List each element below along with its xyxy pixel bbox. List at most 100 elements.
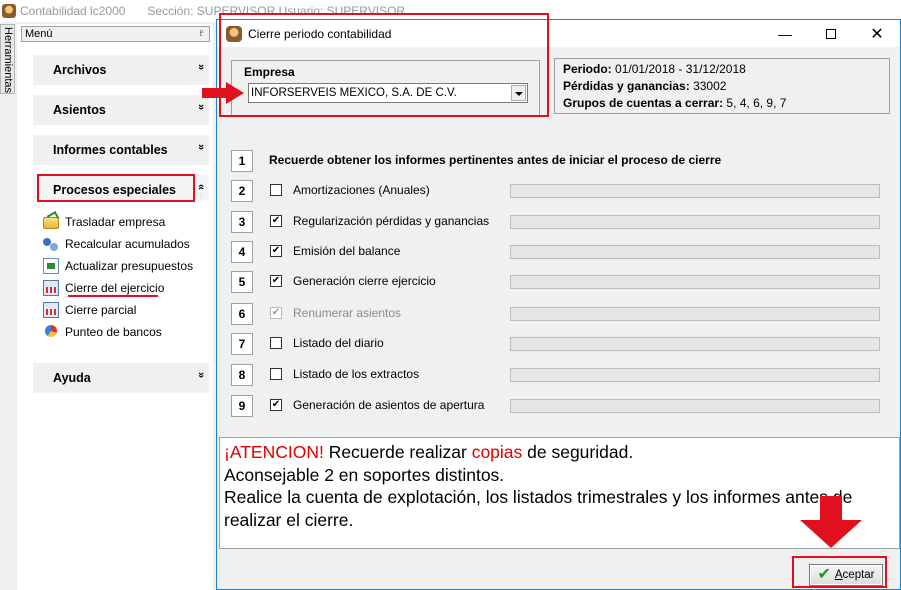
step-progress-bar (510, 307, 880, 321)
close-button[interactable]: ✕ (854, 20, 900, 47)
copias-text: copias (471, 442, 523, 462)
backup-warning-notice: ¡ATENCION! Recuerde realizar copias de s… (219, 437, 900, 549)
menu-group-label: Informes contables (53, 143, 168, 157)
procesos-especiales-items: Trasladar empresa Recalcular acumulados … (33, 200, 209, 350)
step-label: Emisión del balance (293, 244, 401, 258)
chevron-down-icon: » (194, 371, 207, 377)
step-label: Listado del diario (293, 336, 384, 350)
menu-group-label: Archivos (53, 63, 107, 77)
menu-panel: Menú ♇ Archivos » Asientos » Informes co… (17, 24, 213, 590)
menu-item-label: Cierre parcial (65, 303, 137, 317)
menu-item-label: Actualizar presupuestos (65, 259, 194, 273)
menu-item-recalcular-acumulados[interactable]: Recalcular acumulados (43, 235, 190, 253)
step-label: Renumerar asientos (293, 306, 402, 320)
step-row: 9 ✔ Generación de asientos de apertura (231, 395, 891, 417)
chevron-down-icon: » (194, 143, 207, 149)
step-row: 7 Listado del diario (231, 333, 891, 355)
red-arrow-down-icon (800, 496, 862, 548)
menu-group-archivos[interactable]: Archivos » (33, 55, 209, 85)
app-title: Contabilidad lc2000 (20, 4, 126, 18)
menu-group-informes-contables[interactable]: Informes contables » (33, 135, 209, 165)
annotation-box-procesos (37, 174, 195, 202)
menu-item-label: Punteo de bancos (65, 325, 162, 339)
annotation-box-empresa (219, 13, 549, 117)
chevron-down-icon: » (194, 103, 207, 109)
step-label: Regularización pérdidas y ganancias (293, 214, 490, 228)
red-arrow-right-icon (202, 82, 244, 104)
step-row: 4 ✔ Emisión del balance (231, 241, 891, 263)
menu-item-punteo-de-bancos[interactable]: Punteo de bancos (43, 323, 162, 341)
step-instruction: Recuerde obtener los informes pertinente… (269, 153, 722, 167)
step-checkbox[interactable]: ✔ (270, 245, 282, 257)
notice-line-2: Aconsejable 2 en soportes distintos. (224, 464, 505, 485)
step-checkbox[interactable]: ✔ (270, 275, 282, 287)
menu-header-label: Menú (25, 28, 53, 40)
step-row: 3 ✔ Regularización pérdidas y ganancias (231, 211, 891, 233)
step-progress-bar (510, 399, 880, 413)
menu-group-ayuda[interactable]: Ayuda » (33, 363, 209, 393)
menu-group-label: Ayuda (53, 371, 91, 385)
step-number: 2 (231, 180, 253, 202)
periodo-value: 01/01/2018 - 31/12/2018 (615, 62, 746, 76)
maximize-button[interactable] (808, 20, 854, 47)
attention-text: ¡ATENCION! (224, 442, 324, 462)
notice-line-1: ¡ATENCION! Recuerde realizar copias de s… (224, 441, 895, 464)
step-label: Generación cierre ejercicio (293, 274, 436, 288)
menu-item-label: Recalcular acumulados (65, 237, 190, 251)
sheet-icon (43, 258, 59, 274)
step-progress-bar (510, 337, 880, 351)
step-label: Generación de asientos de apertura (293, 398, 485, 412)
step-checkbox[interactable]: ✔ (270, 399, 282, 411)
minimize-icon: — (778, 25, 792, 42)
notice-text: de seguridad. (522, 442, 634, 462)
step-row: 2 Amortizaciones (Anuales) (231, 180, 891, 202)
step-checkbox[interactable] (270, 368, 282, 380)
menu-header: Menú ♇ (21, 26, 210, 42)
step-number: 6 (231, 303, 253, 325)
step-number: 3 (231, 211, 253, 233)
step-progress-bar (510, 184, 880, 198)
step-number: 7 (231, 333, 253, 355)
calculator-icon (43, 302, 59, 318)
step-row: 5 ✔ Generación cierre ejercicio (231, 271, 891, 293)
grupos-value: 5, 4, 6, 9, 7 (726, 96, 787, 110)
annotation-underline-cierre (68, 295, 158, 297)
step-label: Listado de los extractos (293, 367, 420, 381)
step-row: 8 Listado de los extractos (231, 364, 891, 386)
menu-item-actualizar-presupuestos[interactable]: Actualizar presupuestos (43, 257, 193, 275)
chevron-up-icon: « (194, 183, 207, 189)
calculator-icon (43, 280, 59, 296)
grupos-label: Grupos de cuentas a cerrar: (563, 96, 724, 110)
menu-group-asientos[interactable]: Asientos » (33, 95, 209, 125)
menu-item-label: Trasladar empresa (65, 215, 166, 229)
minimize-button[interactable]: — (762, 20, 808, 47)
step-progress-bar (510, 215, 880, 229)
tools-tab-label: Herramientas (2, 27, 14, 94)
tools-side-tab[interactable]: Herramientas (0, 24, 15, 94)
notice-line-3: Realice la cuenta de explotación, los li… (224, 487, 853, 530)
pin-icon[interactable]: ♇ (198, 27, 206, 41)
perdidas-value: 33002 (693, 79, 727, 93)
step-row: 1 Recuerde obtener los informes pertinen… (231, 150, 891, 172)
pie-chart-icon (43, 324, 59, 340)
menu-item-label: Cierre del ejercicio (65, 281, 165, 295)
notice-text: Recuerde realizar (323, 442, 472, 462)
close-icon: ✕ (870, 25, 884, 43)
step-checkbox: ✔ (270, 307, 282, 319)
step-checkbox[interactable]: ✔ (270, 215, 282, 227)
step-checkbox[interactable] (270, 337, 282, 349)
perdidas-row: Pérdidas y ganancias: 33002 (563, 78, 889, 95)
folder-icon (43, 217, 59, 229)
step-number: 4 (231, 241, 253, 263)
dots-icon (43, 236, 59, 252)
step-progress-bar (510, 245, 880, 259)
step-label: Amortizaciones (Anuales) (293, 183, 430, 197)
step-number: 8 (231, 364, 253, 386)
step-row: 6 ✔ Renumerar asientos (231, 303, 891, 325)
periodo-row: Periodo: 01/01/2018 - 31/12/2018 (563, 61, 889, 78)
menu-item-trasladar-empresa[interactable]: Trasladar empresa (43, 213, 165, 231)
step-checkbox[interactable] (270, 184, 282, 196)
menu-item-cierre-parcial[interactable]: Cierre parcial (43, 301, 136, 319)
step-progress-bar (510, 368, 880, 382)
menu-group-label: Asientos (53, 103, 106, 117)
